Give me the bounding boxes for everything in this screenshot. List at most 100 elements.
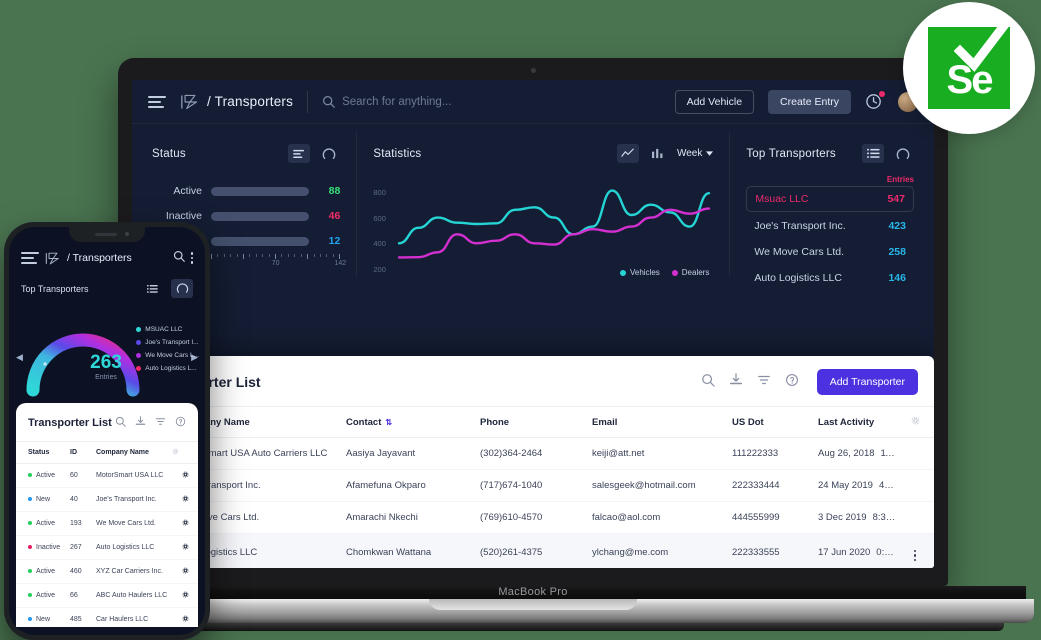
status-dot xyxy=(28,473,32,478)
top-transporter-row[interactable]: Auto Logistics LLC 146 xyxy=(746,266,914,290)
col-email[interactable]: Email xyxy=(592,406,732,438)
download-icon[interactable] xyxy=(729,372,743,392)
entries-column-label: Entries xyxy=(886,175,914,184)
row-menu-icon[interactable] xyxy=(913,549,917,561)
table-row[interactable]: 60MotorSmart USA Auto Carriers LLCAasiya… xyxy=(132,437,934,470)
search-input[interactable] xyxy=(342,95,563,108)
table-row[interactable]: 267Auto Logistics LLCChomkwan Wattana(52… xyxy=(132,533,934,568)
col-company[interactable]: Company Name xyxy=(96,441,172,464)
col-settings[interactable] xyxy=(172,441,198,464)
status-row-label: Active xyxy=(173,185,202,197)
cell-row-menu[interactable] xyxy=(900,501,934,534)
phone-table-row[interactable]: New 40 Joe's Transport Inc. xyxy=(16,487,198,512)
table-row[interactable]: 193We Move Cars Ltd.Amarachi Nkechi(769)… xyxy=(132,501,934,534)
top-transporters-title: Top Transporters xyxy=(746,147,836,160)
top-transporter-row[interactable]: Msuac LLC 547 xyxy=(746,186,914,212)
status-dot xyxy=(28,593,32,598)
cell-id: 485 xyxy=(70,607,96,627)
download-icon[interactable] xyxy=(135,414,146,432)
add-transporter-button[interactable]: Add Transporter xyxy=(816,369,918,395)
cell-row-menu[interactable] xyxy=(900,533,934,568)
cell-row-settings[interactable] xyxy=(172,559,198,584)
add-vehicle-button[interactable]: Add Vehicle xyxy=(674,89,755,114)
phone-card-tools xyxy=(115,414,186,432)
top-transporters-list: Msuac LLC 547 Joe's Transport Inc. 423 We Mo… xyxy=(746,186,914,290)
gear-icon xyxy=(182,471,188,478)
brand[interactable]: / Transporters xyxy=(180,93,293,111)
status-label: New xyxy=(36,615,51,623)
cell-row-settings[interactable] xyxy=(172,463,198,488)
filter-icon[interactable] xyxy=(155,414,166,432)
laptop-screen: / Transporters Add Vehicle Create Entry xyxy=(132,80,934,568)
bar-view-icon[interactable] xyxy=(288,144,311,163)
cell-phone: (769)610-4570 xyxy=(480,501,592,534)
list-view-icon[interactable] xyxy=(141,279,163,298)
cell-status: Active xyxy=(16,511,70,536)
legend-item: Dealers xyxy=(671,268,710,277)
col-contact[interactable]: Contact ⇅ xyxy=(346,406,480,438)
search-icon[interactable] xyxy=(115,414,126,432)
cell-row-settings[interactable] xyxy=(172,583,198,608)
phone-section-header: Top Transporters xyxy=(9,267,205,298)
col-phone[interactable]: Phone xyxy=(480,406,592,438)
cell-company: XYZ Car Carriers Inc. xyxy=(96,559,172,584)
table-header-row: ID Company Name Contact⇅ Phone Email US … xyxy=(132,406,934,438)
status-dot xyxy=(28,569,32,574)
phone-table-row[interactable]: New 485 Car Haulers LLC xyxy=(16,607,198,627)
help-icon[interactable] xyxy=(175,414,186,432)
cell-contact: Chomkwan Wattana xyxy=(346,533,480,568)
status-row-track xyxy=(211,186,310,196)
status-panel-title: Status xyxy=(152,147,186,160)
more-options-icon[interactable] xyxy=(190,252,193,264)
bar-chart-icon[interactable] xyxy=(647,144,669,163)
phone-table-row[interactable]: Active 66 ABC Auto Haulers LLC xyxy=(16,583,198,608)
logo-icon xyxy=(45,252,59,264)
donut-view-icon[interactable] xyxy=(318,144,340,163)
prev-arrow-icon[interactable]: ◀ xyxy=(16,352,23,363)
cell-row-settings[interactable] xyxy=(172,511,198,536)
top-transporter-row[interactable]: We Move Cars Ltd. 258 xyxy=(746,240,914,264)
menu-icon[interactable] xyxy=(21,252,39,264)
cell-usdot: 111222333 xyxy=(732,437,818,470)
divider xyxy=(307,90,309,113)
chart-series-vehicles xyxy=(398,189,711,245)
col-settings[interactable] xyxy=(900,406,934,438)
search-box[interactable] xyxy=(322,95,660,108)
activity-date: Aug 26, 2018 xyxy=(818,448,875,459)
cell-row-menu[interactable] xyxy=(900,437,934,470)
col-activity[interactable]: Last Activity xyxy=(818,406,900,438)
transporter-list-title: Transporter List xyxy=(154,374,261,390)
line-chart-icon[interactable] xyxy=(616,144,639,163)
range-selector[interactable]: Week xyxy=(677,148,714,159)
gear-icon xyxy=(911,416,919,425)
col-status[interactable]: Status xyxy=(16,441,70,464)
phone-table-row[interactable]: Active 60 MotorSmart USA LLC xyxy=(16,463,198,488)
phone-table-row[interactable]: Active 460 XYZ Car Carriers Inc. xyxy=(16,559,198,584)
help-icon[interactable] xyxy=(785,373,799,392)
cell-row-menu[interactable] xyxy=(900,469,934,502)
gauge-view-icon[interactable] xyxy=(171,279,193,298)
cell-row-settings[interactable] xyxy=(172,607,198,627)
search-icon[interactable] xyxy=(173,249,185,267)
create-entry-button[interactable]: Create Entry xyxy=(768,89,851,114)
col-id[interactable]: ID xyxy=(70,441,96,464)
table-body: 60MotorSmart USA Auto Carriers LLCAasiya… xyxy=(132,437,934,568)
cell-row-settings[interactable] xyxy=(172,535,198,560)
cell-row-settings[interactable] xyxy=(172,487,198,512)
list-view-icon[interactable] xyxy=(862,144,884,163)
phone-table-row[interactable]: Active 193 We Move Cars Ltd. xyxy=(16,511,198,536)
menu-icon[interactable] xyxy=(148,95,166,108)
filter-icon[interactable] xyxy=(757,373,771,392)
col-usdot[interactable]: US Dot xyxy=(732,406,818,438)
activity-time: 4:56 am xyxy=(878,480,900,491)
status-dot xyxy=(28,617,32,622)
table-row[interactable]: 40Joe's Transport Inc.Afamefuna Okparo(7… xyxy=(132,469,934,502)
search-icon[interactable] xyxy=(701,373,715,392)
legend-label: Dealers xyxy=(681,268,710,277)
top-transporter-row[interactable]: Joe's Transport Inc. 423 xyxy=(746,214,914,238)
status-row-track xyxy=(211,236,310,246)
gauge-view-icon[interactable] xyxy=(892,144,914,163)
notifications-icon[interactable] xyxy=(865,91,885,111)
phone-table-row[interactable]: Inactive 267 Auto Logistics LLC xyxy=(16,535,198,560)
status-dot xyxy=(28,521,32,526)
